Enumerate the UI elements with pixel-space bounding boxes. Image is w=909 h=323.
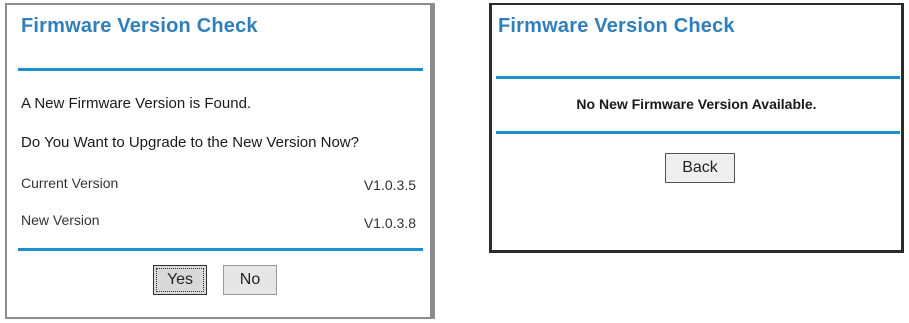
no-button[interactable]: No [223,265,277,295]
new-version-found-message: A New Firmware Version is Found. [21,95,252,112]
no-update-panel: Firmware Version Check No New Firmware V… [489,3,904,253]
upgrade-question: Do You Want to Upgrade to the New Versio… [21,134,359,151]
new-version-label: New Version [21,212,100,228]
yes-button[interactable]: Yes [153,265,207,295]
bottom-divider [18,248,423,251]
back-button[interactable]: Back [665,153,735,183]
panel-title: Firmware Version Check [21,15,258,37]
current-version-label: Current Version [21,175,119,191]
firmware-update-found-panel: Firmware Version Check A New Firmware Ve… [5,3,435,319]
current-version-value: V1.0.3.5 [363,177,416,193]
bottom-divider [496,131,900,134]
new-version-value: V1.0.3.8 [363,215,416,231]
panel-title: Firmware Version Check [498,15,735,37]
top-divider [18,68,423,71]
top-divider [496,76,900,79]
no-update-message: No New Firmware Version Available. [576,96,817,112]
